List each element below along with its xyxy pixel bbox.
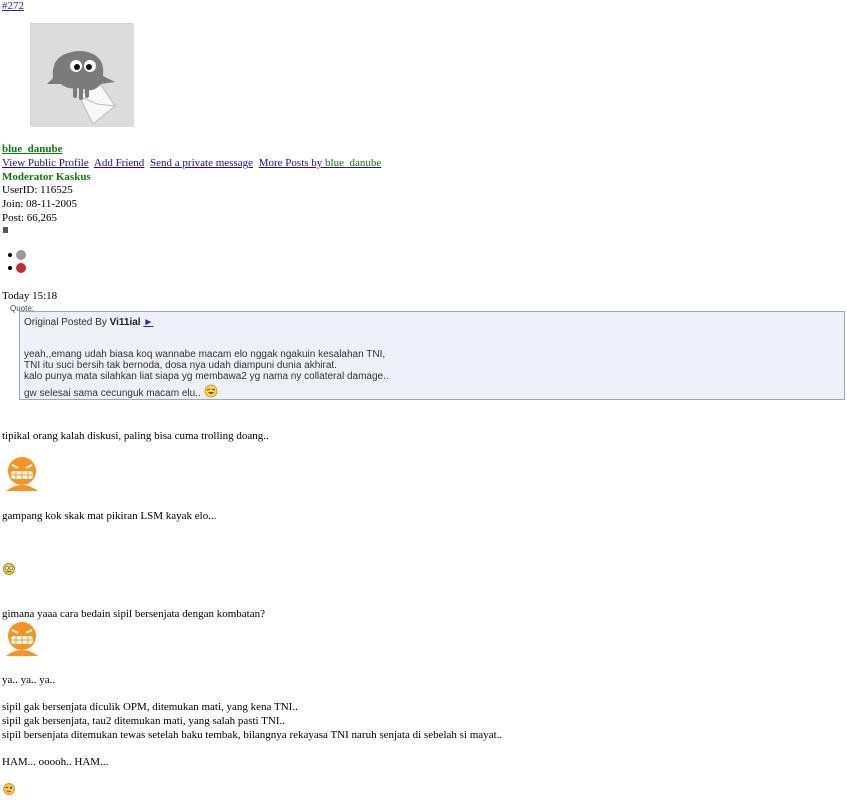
post-text-line: sipil gak bersenjata, tau2 ditemukan mat… bbox=[2, 715, 285, 727]
kaskus-default-avatar-icon bbox=[31, 24, 134, 127]
post-text-line: tipikal orang kalah diskusi, paling bisa… bbox=[2, 430, 269, 442]
list-item bbox=[8, 248, 26, 261]
post-text-line: ya.. ya.. ya.. bbox=[2, 674, 56, 686]
quote-author: Vi11ial bbox=[109, 317, 141, 328]
user-links: View Public Profile Add Friend Send a pr… bbox=[2, 156, 384, 170]
quote-content: yeah,,emang udah biasa koq wannabe macam… bbox=[24, 349, 389, 399]
view-quoted-post-link[interactable]: ► bbox=[143, 317, 153, 328]
post-number-link[interactable]: #272 bbox=[2, 0, 24, 13]
confused-smiley-icon bbox=[3, 563, 15, 575]
add-friend-link[interactable]: Add Friend bbox=[94, 157, 144, 169]
post-time: Today 15:18 bbox=[2, 290, 58, 302]
view-public-profile-link[interactable]: View Public Profile bbox=[2, 157, 89, 169]
more-posts-label: More Posts by bbox=[258, 157, 323, 169]
post-text-line: HAM... ooooh.. HAM... bbox=[2, 756, 109, 768]
post-count: Post: 66,265 bbox=[2, 212, 58, 224]
quote-line: gw selesai sama cecunguk macam elu.. bbox=[24, 384, 389, 399]
username-link[interactable]: blue_danube bbox=[2, 142, 63, 156]
wink-smiley-icon bbox=[3, 783, 15, 795]
more-posts-link[interactable]: More Posts by blue_danube bbox=[259, 157, 382, 169]
quote-box: Original Posted By Vi11ial ► yeah,,emang… bbox=[19, 311, 845, 400]
post-text-line: sipil bersenjata ditemukan tewas setelah… bbox=[2, 729, 503, 741]
send-private-message-link[interactable]: Send a private message bbox=[150, 157, 253, 169]
bullet bbox=[8, 252, 12, 257]
user-title: Moderator Kaskus bbox=[2, 171, 91, 183]
user-id: UserID: 116525 bbox=[2, 184, 73, 196]
quote-posted-by-prefix: Original Posted By bbox=[24, 317, 107, 328]
grin-smiley-icon bbox=[6, 457, 38, 491]
post-text-line: sipil gak bersenjata diculik OPM, ditemu… bbox=[2, 701, 298, 713]
quote-header: Original Posted By Vi11ial ► bbox=[24, 317, 153, 328]
rank-bar-icon bbox=[3, 227, 8, 233]
join-date: Join: 08-11-2005 bbox=[2, 198, 78, 210]
quote-line: kalo punya mata silahkan liat siapa yg m… bbox=[24, 371, 389, 382]
quote-line: TNI itu suci bersih tak bernoda, dosa ny… bbox=[24, 360, 337, 371]
grin-smiley-icon bbox=[6, 622, 38, 656]
post-text-line: gimana yaaa cara bedain sipil bersenjata… bbox=[2, 608, 265, 620]
laugh-smiley-icon bbox=[204, 384, 217, 398]
user-avatar[interactable] bbox=[30, 23, 134, 127]
bullet bbox=[8, 265, 12, 270]
offline-status-icon[interactable] bbox=[16, 249, 26, 260]
post-text-line: gampang kok skak mat pikiran LSM kayak e… bbox=[2, 510, 217, 522]
list-item bbox=[8, 261, 26, 274]
more-posts-username: blue_danube bbox=[325, 157, 382, 169]
quote-line: yeah,,emang udah biasa koq wannabe macam… bbox=[24, 349, 386, 360]
post-status-list bbox=[8, 248, 26, 274]
report-post-icon[interactable] bbox=[16, 262, 26, 273]
quote-line-text: gw selesai sama cecunguk macam elu.. bbox=[24, 388, 201, 399]
